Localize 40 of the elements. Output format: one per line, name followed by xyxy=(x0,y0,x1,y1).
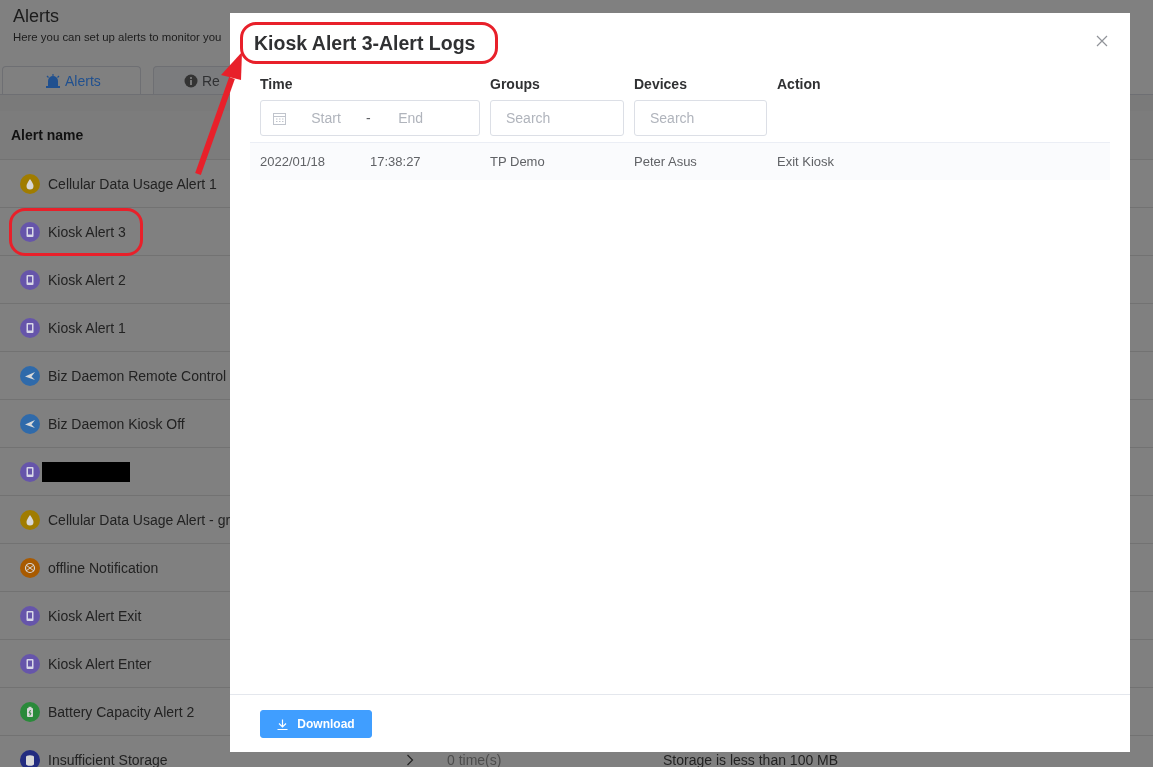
info-icon xyxy=(184,73,198,88)
column-header: Action xyxy=(777,76,821,93)
download-button[interactable]: Download xyxy=(260,710,372,738)
start-date-input[interactable]: Start xyxy=(286,110,366,126)
alert-condition: Storage is less than 100 MB xyxy=(663,751,840,767)
column-header: Devices xyxy=(634,76,687,93)
download-icon xyxy=(277,718,289,730)
page-title: Alerts xyxy=(12,5,59,28)
table-cell-text: 17:38:27 xyxy=(369,154,422,169)
table-cell-text: Exit Kiosk xyxy=(776,154,836,169)
calendar-icon xyxy=(273,111,286,125)
column-header: Alert name xyxy=(10,127,84,143)
alert-name: Kiosk Alert Enter xyxy=(48,655,152,672)
end-date-input[interactable]: End xyxy=(370,110,451,126)
alert-name: Kiosk Alert 2 xyxy=(48,271,126,288)
range-separator: - xyxy=(366,110,371,126)
alert-name: Biz Daemon Kiosk Off xyxy=(48,415,185,432)
alert-name: Kiosk Alert 1 xyxy=(48,319,126,336)
alert-name: Kiosk Alert 3 xyxy=(48,223,126,240)
table-cell-text: TP Demo xyxy=(489,154,546,169)
alert-name: Insufficient Storage xyxy=(48,751,168,767)
siren-icon xyxy=(45,73,61,88)
alert-name: offline Notification xyxy=(48,559,159,576)
alert-name: Cellular Data Usage Alert - gr xyxy=(48,511,231,528)
table-cell-text: Peter Asus xyxy=(633,154,698,169)
table-cell-text: 2022/01/18 xyxy=(259,154,327,169)
search-field[interactable]: Search xyxy=(634,100,767,136)
alert-name: Biz Daemon Remote Control xyxy=(48,367,227,384)
alert-name: Battery Capacity Alert 2 xyxy=(48,703,195,720)
close-icon[interactable] xyxy=(1096,35,1108,47)
chevron-icon xyxy=(406,753,414,766)
column-header: Groups xyxy=(490,76,540,93)
column-header: Time xyxy=(260,76,293,93)
date-range-field[interactable]: Start - End xyxy=(260,100,480,136)
tab[interactable]: Alerts xyxy=(2,66,141,94)
dialog-title: Kiosk Alert 3-Alert Logs xyxy=(254,31,476,55)
page-subtitle: Here you can set up alerts to monitor you xyxy=(13,31,222,45)
alert-name: Cellular Data Usage Alert 1 xyxy=(48,175,217,192)
search-field[interactable]: Search xyxy=(490,100,624,136)
alert-name: Kiosk Alert Exit xyxy=(48,607,142,624)
